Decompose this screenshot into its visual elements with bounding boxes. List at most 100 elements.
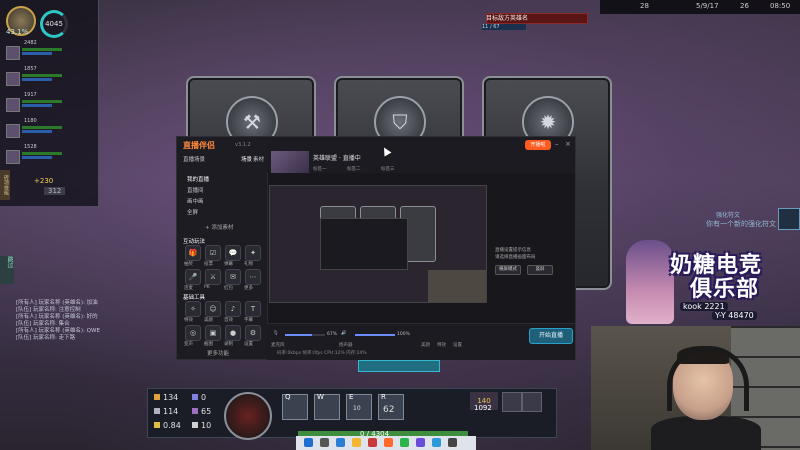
level-ring: 4045 [40, 10, 68, 38]
confirm-strip[interactable] [358, 360, 440, 372]
enemy-name: 目标敌方英雄名 [486, 15, 529, 22]
mic-icon[interactable]: 🎙 [273, 331, 279, 336]
app-header: 英雄联盟 · 直播中 标签一 标签二 标签三 开播啦 – × [267, 137, 575, 173]
wechat-icon[interactable] [400, 438, 409, 447]
mic-link-icon[interactable]: 🎤 [185, 269, 201, 285]
club-kook: kook 2221 [680, 302, 728, 311]
ally-row[interactable]: 1180 [6, 118, 94, 138]
stat-mr: 65 [192, 407, 211, 416]
stream-cover[interactable] [271, 151, 309, 173]
footer-tool[interactable]: 美颜 [421, 342, 430, 348]
qq-icon[interactable] [432, 438, 441, 447]
settings-panel: 直播设置提示信息 请选择直播画面布局 横屏模式 竖屏 [487, 185, 575, 301]
game-client-icon[interactable] [368, 438, 377, 447]
side-vertical-label: 砖项技能 [0, 170, 10, 200]
start-live-button[interactable]: 开始直播 [529, 328, 573, 344]
club-title: 奶糖电竞 俱乐部 [670, 254, 762, 302]
app-version: v3.1.2 [235, 142, 251, 148]
tab-material[interactable]: 素材 [253, 155, 264, 163]
gold-gain: +230 [34, 177, 54, 185]
kills-count: 28 [640, 2, 649, 10]
stream-tag[interactable]: 标签一 [313, 166, 327, 172]
mic-label: 麦克风 [271, 343, 285, 348]
scene-item[interactable]: 我的直播 [187, 175, 209, 183]
game-time: 08:50 [770, 2, 791, 10]
club-title-line2: 俱乐部 [690, 277, 760, 302]
portrait-button[interactable]: 竖屏 [527, 265, 553, 275]
start-icon[interactable] [304, 438, 313, 447]
effects-icon[interactable]: ✧ [185, 301, 201, 317]
subtitle-icon[interactable]: T [245, 301, 261, 317]
ally-row[interactable]: 1528 [6, 144, 94, 164]
skill-q[interactable]: Q [282, 393, 308, 420]
scene-section-label: 直播场景 [183, 157, 206, 163]
settings-hint: 直播设置提示信息 [495, 248, 531, 253]
preview-webcam [428, 270, 486, 302]
item-slot[interactable] [522, 392, 542, 412]
tool-settings-icon[interactable]: ⚙ [245, 325, 261, 341]
skill-r[interactable]: R 62 [378, 393, 404, 420]
go-live-badge[interactable]: 开播啦 [525, 140, 551, 150]
app-logo: 直播伴侣 [183, 141, 215, 150]
scene-item[interactable]: 直播间 [187, 186, 204, 194]
record-icon[interactable]: ● [225, 325, 241, 341]
speaker-slider[interactable] [355, 334, 395, 336]
champion-icon[interactable] [224, 392, 272, 440]
kda-text: 43.1% [6, 28, 29, 36]
level-ring-value: 4045 [45, 20, 63, 28]
ally-row[interactable]: 1917 [6, 92, 94, 112]
more-icon[interactable]: ⋯ [245, 269, 261, 285]
enhance-label: 强化符文 [716, 212, 741, 219]
gift-icon[interactable]: ✦ [245, 245, 261, 261]
mic-slider[interactable] [285, 334, 325, 336]
vote-icon[interactable]: ☑ [205, 245, 221, 261]
lottery-icon[interactable]: 🎁 [185, 245, 201, 261]
close-icon[interactable]: × [565, 140, 571, 148]
add-scene-button[interactable]: + 添加素材 [205, 223, 233, 231]
stat-ad: 134 [154, 393, 178, 402]
enemy-hp: 11 / 67 [482, 24, 526, 30]
stat-ms: 10 [192, 421, 211, 430]
app-main: 英雄联盟 · 直播中 标签一 标签二 标签三 开播啦 – × 直播设置提示信息 … [267, 137, 575, 360]
tab-scene[interactable]: 场景 [241, 155, 252, 163]
search-icon[interactable] [320, 438, 329, 447]
voice-change-icon[interactable]: ◎ [185, 325, 201, 341]
redpack-icon[interactable]: ✉ [225, 269, 241, 285]
skill-e[interactable]: E 10 [346, 393, 372, 420]
sound-icon[interactable]: ♪ [225, 301, 241, 317]
item-slot[interactable] [502, 392, 522, 412]
skill-w[interactable]: W [314, 393, 340, 420]
ally-row[interactable]: 2482 [6, 40, 94, 60]
folder-icon[interactable] [352, 438, 361, 447]
edge-icon[interactable] [336, 438, 345, 447]
stat-as: 0.84 [154, 421, 181, 430]
pk-icon[interactable]: ⚔ [205, 269, 221, 285]
stream-tag[interactable]: 标签三 [381, 166, 395, 172]
scene-item[interactable]: 全屏 [187, 208, 198, 216]
enhance-icon[interactable] [778, 208, 800, 230]
danmaku-icon[interactable]: 💬 [225, 245, 241, 261]
stream-title[interactable]: 英雄联盟 · 直播中 [313, 153, 361, 162]
streamer-app-icon[interactable] [384, 438, 393, 447]
stream-preview[interactable] [269, 185, 487, 303]
streamer-body [651, 416, 761, 450]
beauty-icon[interactable]: ☺ [205, 301, 221, 317]
minimize-icon[interactable]: – [555, 140, 559, 148]
landscape-button[interactable]: 横屏模式 [495, 265, 521, 275]
settings-icon[interactable] [448, 438, 457, 447]
footer-tool[interactable]: 特效 [437, 342, 446, 348]
ally-row[interactable]: 1857 [6, 66, 94, 86]
preview-nested-app [320, 218, 408, 270]
mic-value: 67% [327, 332, 338, 337]
speaker-icon[interactable]: 🔊 [341, 331, 347, 336]
footer-tool[interactable]: 设置 [453, 342, 462, 348]
side-timer: 312 [44, 187, 66, 195]
side-tab[interactable]: 跳过 [0, 256, 14, 284]
stream-tag[interactable]: 标签二 [347, 166, 361, 172]
more-tools-button[interactable]: 更多功能 [207, 349, 229, 357]
app-icon[interactable] [416, 438, 425, 447]
taskbar [296, 436, 476, 450]
scene-item[interactable]: 画中画 [187, 197, 204, 205]
screenshot-icon[interactable]: ▣ [205, 325, 221, 341]
webcam-feed [591, 326, 800, 450]
